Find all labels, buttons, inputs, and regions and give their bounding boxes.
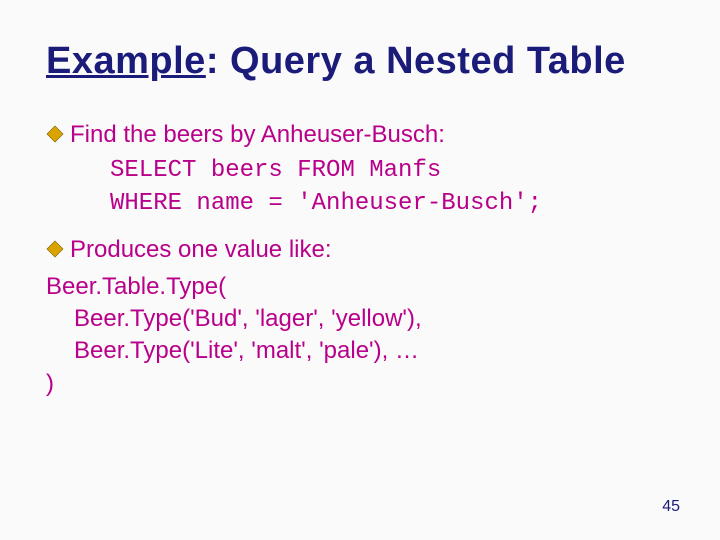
bullet-1-text: Find the beers by Anheuser-Busch: <box>70 119 445 151</box>
code-line-2: WHERE name = 'Anheuser-Busch'; <box>110 188 674 220</box>
bullet-2: Produces one value like: <box>46 234 674 266</box>
body-line-4: ) <box>46 368 674 400</box>
title-word-example: Example <box>46 40 206 82</box>
slide-title: Example: Query a Nested Table <box>46 40 674 83</box>
diamond-bullet-icon <box>46 125 64 143</box>
title-rest: : Query a Nested Table <box>206 40 626 82</box>
code-line-1: SELECT beers FROM Manfs <box>110 155 674 187</box>
bullet-2-text: Produces one value like: <box>70 234 332 266</box>
body-line-1: Beer.Table.Type( <box>46 271 674 303</box>
slide: Example: Query a Nested Table Find the b… <box>0 0 720 540</box>
body-line-3: Beer.Type('Lite', 'malt', 'pale'), … <box>74 335 674 367</box>
diamond-bullet-icon <box>46 240 64 258</box>
body-line-2: Beer.Type('Bud', 'lager', 'yellow'), <box>74 303 674 335</box>
bullet-1: Find the beers by Anheuser-Busch: <box>46 119 674 151</box>
page-number: 45 <box>662 498 680 516</box>
